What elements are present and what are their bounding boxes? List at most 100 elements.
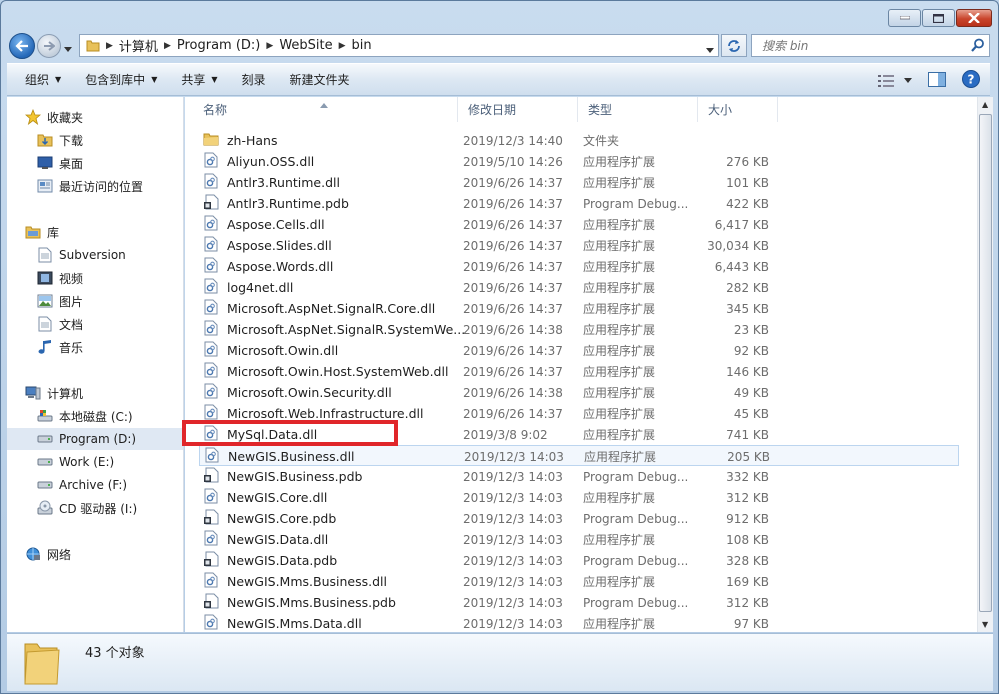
file-date: 2019/6/26 14:37 — [463, 343, 563, 358]
column-header-size[interactable]: 大小 — [698, 97, 778, 122]
file-name: NewGIS.Business.dll — [228, 449, 355, 464]
file-row[interactable]: Microsoft.Owin.Security.dll 2019/6/26 14:… — [199, 382, 959, 403]
minimize-button[interactable] — [888, 9, 921, 27]
breadcrumb-separator[interactable]: ▶ — [264, 41, 275, 51]
video-icon — [37, 270, 53, 286]
close-button[interactable] — [956, 9, 992, 27]
file-row[interactable]: NewGIS.Data.pdb 2019/12/3 14:03 Program De… — [199, 550, 959, 571]
nav-archive-f[interactable]: Archive (F:) — [7, 474, 183, 496]
nav-label: CD 驱动器 (I:) — [59, 501, 138, 516]
nav-computer[interactable]: 计算机 — [7, 382, 183, 404]
file-date: 2019/3/8 9:02 — [463, 427, 548, 442]
file-row[interactable]: Microsoft.AspNet.SignalR.SystemWe... 2019… — [199, 319, 959, 340]
file-name-cell: log4net.dll — [199, 277, 457, 298]
nav-documents[interactable]: 文档 — [7, 313, 183, 335]
nav-recent-places[interactable]: 最近访问的位置 — [7, 175, 183, 197]
maximize-button[interactable] — [922, 9, 955, 27]
libraries-icon — [25, 224, 41, 240]
column-header-date[interactable]: 修改日期 — [458, 97, 578, 122]
nav-downloads[interactable]: 下载 — [7, 129, 183, 151]
breadcrumb-separator[interactable]: ▶ — [162, 41, 173, 51]
file-name: NewGIS.Business.pdb — [227, 469, 363, 484]
nav-program-d[interactable]: Program (D:) — [7, 428, 183, 450]
file-row[interactable]: Aspose.Words.dll 2019/6/26 14:37 应用程序扩展 6,4… — [199, 256, 959, 277]
file-row[interactable]: Aspose.Cells.dll 2019/6/26 14:37 应用程序扩展 6,4… — [199, 214, 959, 235]
nav-work-e[interactable]: Work (E:) — [7, 451, 183, 473]
nav-subversion[interactable]: Subversion — [7, 244, 183, 266]
nav-music[interactable]: 音乐 — [7, 336, 183, 358]
file-date: 2019/6/26 14:37 — [463, 175, 563, 190]
burn-button[interactable]: 刻录 — [230, 64, 278, 95]
file-row[interactable]: Antlr3.Runtime.dll 2019/6/26 14:37 应用程序扩展 1… — [199, 172, 959, 193]
file-row[interactable]: Antlr3.Runtime.pdb 2019/6/26 14:37 Program… — [199, 193, 959, 214]
file-type: 应用程序扩展 — [583, 344, 656, 358]
new-folder-button[interactable]: 新建文件夹 — [278, 64, 362, 95]
file-row[interactable]: Aspose.Slides.dll 2019/6/26 14:37 应用程序扩展 30… — [199, 235, 959, 256]
scrollbar-thumb[interactable] — [979, 114, 992, 612]
nav-favorites[interactable]: 收藏夹 — [7, 106, 183, 128]
breadcrumb-website[interactable]: WebSite — [275, 35, 336, 56]
vertical-scrollbar[interactable]: ▲ ▼ — [977, 97, 993, 632]
nav-local-disk-c[interactable]: 本地磁盘 (C:) — [7, 405, 183, 427]
address-history-dropdown[interactable] — [706, 42, 714, 56]
file-row[interactable]: Microsoft.AspNet.SignalR.Core.dll 2019/6/… — [199, 298, 959, 319]
breadcrumb-computer[interactable]: 计算机 — [115, 35, 162, 56]
include-in-library-menu[interactable]: 包含到库中 ▼ — [73, 64, 169, 95]
file-row[interactable]: Microsoft.Owin.dll 2019/6/26 14:37 应用程序扩展 9… — [199, 340, 959, 361]
scroll-down-arrow-icon[interactable]: ▼ — [982, 620, 988, 629]
file-date: 2019/12/3 14:03 — [463, 469, 563, 484]
preview-pane-button[interactable] — [928, 71, 946, 90]
folder-icon — [86, 40, 100, 52]
file-size: 741 KB — [726, 427, 769, 442]
organize-menu[interactable]: 组织 ▼ — [7, 64, 73, 95]
nav-desktop[interactable]: 桌面 — [7, 152, 183, 174]
file-row[interactable]: log4net.dll 2019/6/26 14:37 应用程序扩展 282 KB — [199, 277, 959, 298]
file-row[interactable]: NewGIS.Mms.Business.dll 2019/12/3 14:03 应用… — [199, 571, 959, 592]
file-row[interactable]: NewGIS.Mms.Business.pdb 2019/12/3 14:03 Pr… — [199, 592, 959, 613]
recent-pages-dropdown[interactable] — [64, 41, 72, 55]
forward-button[interactable] — [37, 34, 61, 58]
scroll-up-arrow-icon[interactable]: ▲ — [982, 100, 988, 109]
address-bar[interactable]: ▶ 计算机 ▶ Program (D:) ▶ WebSite ▶ bin — [79, 34, 719, 57]
change-view-button[interactable] — [878, 74, 912, 87]
help-button[interactable]: ? — [962, 70, 980, 91]
organize-label: 组织 — [25, 73, 50, 87]
file-name-cell: NewGIS.Data.pdb — [199, 550, 457, 571]
file-row[interactable]: NewGIS.Business.dll 2019/12/3 14:03 应用程序扩展… — [199, 445, 959, 466]
hard-drive-icon — [37, 431, 53, 447]
nav-network[interactable]: 网络 — [7, 543, 183, 565]
nav-videos[interactable]: 视频 — [7, 267, 183, 289]
column-header-type[interactable]: 类型 — [578, 97, 698, 122]
file-row[interactable]: Microsoft.Owin.Host.SystemWeb.dll 2019/6/… — [199, 361, 959, 382]
file-row[interactable]: NewGIS.Core.pdb 2019/12/3 14:03 Program De… — [199, 508, 959, 529]
chevron-down-icon: ▼ — [151, 75, 158, 84]
dll-icon — [199, 488, 227, 507]
file-name: NewGIS.Mms.Business.dll — [227, 574, 387, 589]
file-name-cell: Microsoft.AspNet.SignalR.SystemWe... — [199, 319, 465, 340]
search-button[interactable] — [971, 38, 985, 55]
file-row[interactable]: Aliyun.OSS.dll 2019/5/10 14:26 应用程序扩展 276 K… — [199, 151, 959, 172]
nav-libraries[interactable]: 库 — [7, 221, 183, 243]
file-name: Aspose.Words.dll — [227, 259, 334, 274]
file-row[interactable]: NewGIS.Core.dll 2019/12/3 14:03 应用程序扩展 312 … — [199, 487, 959, 508]
nav-pictures[interactable]: 图片 — [7, 290, 183, 312]
file-row[interactable]: zh-Hans 2019/12/3 14:40 文件夹 — [199, 130, 959, 151]
file-row[interactable]: NewGIS.Mms.Data.dll 2019/12/3 14:03 应用程序扩展… — [199, 613, 959, 632]
nav-cd-drive-i[interactable]: CD 驱动器 (I:) — [7, 497, 183, 519]
file-row[interactable]: NewGIS.Data.dll 2019/12/3 14:03 应用程序扩展 108 … — [199, 529, 959, 550]
cd-drive-icon — [37, 500, 53, 516]
share-menu[interactable]: 共享 ▼ — [169, 64, 229, 95]
breadcrumb-separator[interactable]: ▶ — [104, 41, 115, 51]
file-type: Program Debug... — [583, 469, 689, 484]
column-header-name[interactable]: 名称 — [193, 97, 458, 122]
back-button[interactable] — [9, 33, 35, 59]
breadcrumb-separator[interactable]: ▶ — [337, 41, 348, 51]
dll-icon — [199, 572, 227, 591]
breadcrumb-program-d[interactable]: Program (D:) — [173, 35, 265, 56]
breadcrumb-bin[interactable]: bin — [348, 35, 376, 56]
search-input[interactable] — [752, 38, 952, 53]
file-row[interactable]: NewGIS.Business.pdb 2019/12/3 14:03 Progra… — [199, 466, 959, 487]
refresh-button[interactable] — [721, 34, 747, 57]
file-name: NewGIS.Mms.Data.dll — [227, 616, 362, 631]
file-size: 108 KB — [726, 532, 769, 547]
